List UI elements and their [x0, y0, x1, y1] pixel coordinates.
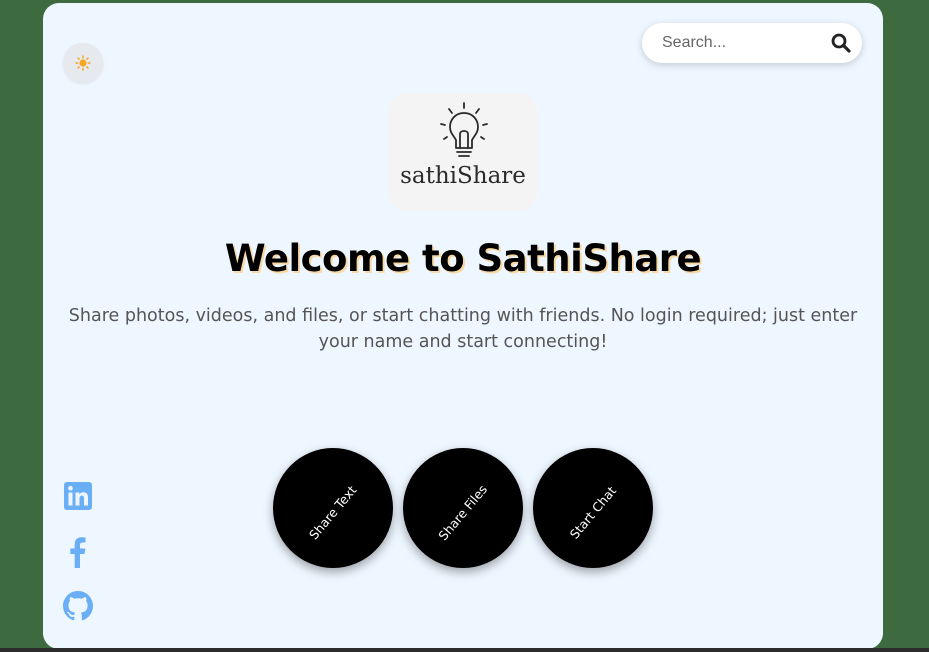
facebook-link[interactable]: [63, 536, 93, 572]
share-text-button[interactable]: Share Text: [273, 448, 393, 568]
search-icon[interactable]: [831, 33, 851, 53]
share-files-label: Share Files: [435, 481, 491, 543]
facebook-icon: [70, 537, 86, 568]
sun-icon: [75, 55, 91, 71]
main-card: sathiShare Welcome to SathiShare Share p…: [43, 3, 883, 649]
linkedin-link[interactable]: [63, 481, 93, 515]
search-bar: [642, 23, 862, 63]
page-title: Welcome to SathiShare: [224, 237, 702, 280]
search-input[interactable]: [662, 34, 822, 52]
lightbulb-icon: [440, 102, 488, 157]
linkedin-icon: [64, 482, 92, 510]
github-icon: [63, 591, 93, 621]
window-bottom-edge: [0, 648, 929, 652]
page-subtitle: Share photos, videos, and files, or star…: [68, 306, 858, 352]
share-text-label: Share Text: [306, 482, 360, 542]
logo: sathiShare: [388, 93, 538, 211]
share-files-button[interactable]: Share Files: [403, 448, 523, 568]
theme-toggle-button[interactable]: [63, 43, 103, 83]
start-chat-button[interactable]: Start Chat: [533, 448, 653, 568]
github-link[interactable]: [63, 591, 93, 625]
start-chat-label: Start Chat: [566, 482, 620, 542]
logo-text: sathiShare: [400, 163, 526, 189]
